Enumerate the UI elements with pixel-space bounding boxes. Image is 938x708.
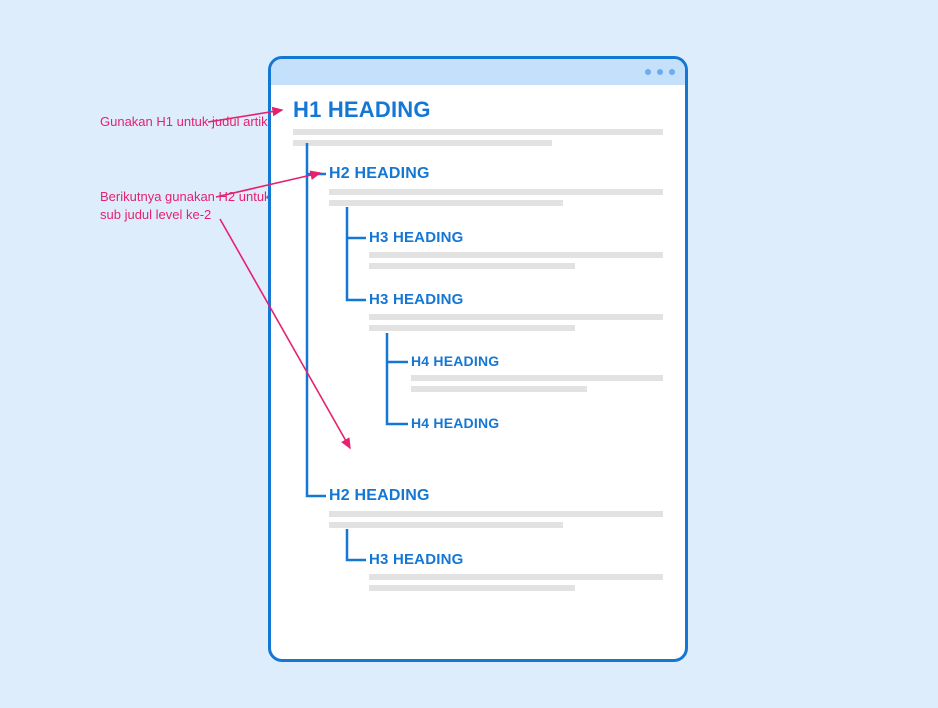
placeholder-line: [293, 140, 552, 146]
annotation-h2-text: Berikutnya gunakan H2 untuk sub judul le…: [100, 189, 271, 222]
placeholder-lines: [369, 252, 663, 269]
window-dot: [669, 69, 675, 75]
h2-heading: H2 HEADING: [329, 487, 663, 505]
annotation-h1: Gunakan H1 untuk judul artikel: [100, 113, 278, 131]
placeholder-line: [329, 522, 563, 528]
placeholder-line: [329, 200, 563, 206]
placeholder-line: [369, 574, 663, 580]
placeholder-line: [411, 375, 663, 381]
placeholder-line: [369, 325, 575, 331]
h3-heading: H3 HEADING: [369, 291, 663, 308]
h1-block: H1 HEADING: [293, 97, 663, 151]
h2-block-a: H2 HEADING: [329, 165, 663, 211]
h1-heading: H1 HEADING: [293, 97, 663, 123]
placeholder-lines: [369, 574, 663, 591]
placeholder-line: [369, 314, 663, 320]
placeholder-lines: [369, 314, 663, 331]
h4-block-a: H4 HEADING: [411, 353, 663, 397]
placeholder-lines: [329, 511, 663, 528]
placeholder-line: [369, 263, 575, 269]
browser-bar: [271, 59, 685, 85]
h3-heading: H3 HEADING: [369, 229, 663, 246]
placeholder-line: [411, 386, 587, 392]
placeholder-line: [369, 585, 575, 591]
annotation-h2: Berikutnya gunakan H2 untuk sub judul le…: [100, 188, 280, 223]
h4-block-b: H4 HEADING: [411, 415, 663, 431]
placeholder-lines: [293, 129, 663, 146]
h4-heading: H4 HEADING: [411, 353, 663, 369]
h3-block-b: H3 HEADING: [369, 291, 663, 336]
h3-heading: H3 HEADING: [369, 551, 663, 568]
placeholder-line: [293, 129, 663, 135]
h2-block-b: H2 HEADING: [329, 487, 663, 533]
h3-block-a: H3 HEADING: [369, 229, 663, 274]
placeholder-line: [329, 511, 663, 517]
placeholder-lines: [411, 375, 663, 392]
placeholder-lines: [329, 189, 663, 206]
window-dot: [645, 69, 651, 75]
window-dot: [657, 69, 663, 75]
h4-heading: H4 HEADING: [411, 415, 663, 431]
placeholder-line: [369, 252, 663, 258]
browser-frame: H1 HEADING H2 HEADING H3 HEADING H3 HE: [268, 56, 688, 662]
placeholder-line: [329, 189, 663, 195]
h2-heading: H2 HEADING: [329, 165, 663, 183]
document-content: H1 HEADING H2 HEADING H3 HEADING H3 HE: [271, 85, 685, 659]
annotation-h1-text: Gunakan H1 untuk judul artikel: [100, 114, 278, 129]
h3-block-c: H3 HEADING: [369, 551, 663, 596]
